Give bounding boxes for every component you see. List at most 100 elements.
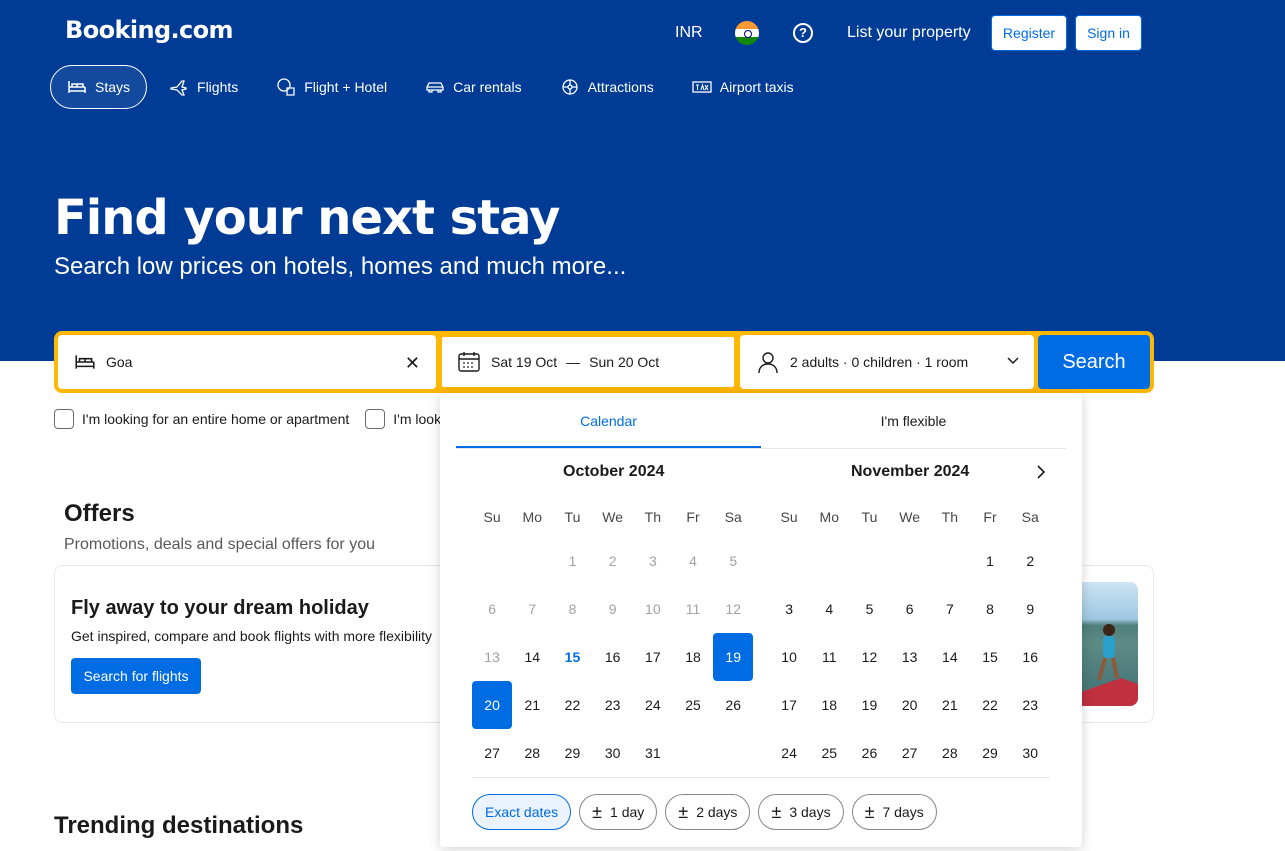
calendar-day[interactable]: 8 <box>970 585 1010 633</box>
calendar-day-selected[interactable]: 19 <box>713 633 754 681</box>
calendar-day[interactable]: 2 <box>1010 537 1050 585</box>
currency-selector[interactable]: INR <box>675 15 703 51</box>
calendar-day[interactable]: 23 <box>593 681 633 729</box>
calendar-day[interactable]: 29 <box>552 729 592 777</box>
tab-calendar[interactable]: Calendar <box>456 393 761 448</box>
calendar-day[interactable]: 16 <box>593 633 633 681</box>
chevron-right-icon[interactable] <box>1032 463 1050 486</box>
exact-dates-chip[interactable]: Exact dates <box>472 794 572 830</box>
check-in-value: Sat 19 Oct <box>491 354 558 370</box>
calendar-day[interactable]: 28 <box>930 729 970 777</box>
weekday-label: Th <box>941 509 959 525</box>
calendar-day[interactable]: 6 <box>890 585 930 633</box>
nav-tab-car-rentals[interactable]: Car rentals <box>409 65 537 109</box>
india-flag-icon[interactable] <box>735 21 759 45</box>
weekday-label: Tu <box>861 509 878 525</box>
calendar-day[interactable]: 3 <box>769 585 809 633</box>
person-icon <box>756 350 780 374</box>
chip-label: Exact dates <box>485 804 559 820</box>
nav-tab-flights[interactable]: Flights <box>153 65 254 109</box>
calendar-day[interactable]: 7 <box>930 585 970 633</box>
calendar-day: 9 <box>608 601 617 617</box>
list-property-link[interactable]: List your property <box>847 15 971 51</box>
entire-home-checkbox[interactable]: I'm looking for an entire home or apartm… <box>54 409 349 429</box>
calendar-day[interactable]: 15 <box>970 633 1010 681</box>
flex-days-chip[interactable]: ±1 day <box>579 794 658 830</box>
calendar-day[interactable]: 28 <box>512 729 552 777</box>
chevron-down-icon[interactable] <box>1006 353 1020 370</box>
calendar-day[interactable]: 17 <box>633 633 673 681</box>
checkbox-box[interactable] <box>365 409 386 429</box>
calendar-day[interactable]: 25 <box>673 681 713 729</box>
month-title: October 2024 <box>563 463 665 480</box>
sign-in-button[interactable]: Sign in <box>1075 15 1142 51</box>
calendar-day[interactable]: 26 <box>713 681 753 729</box>
search-button[interactable]: Search <box>1038 335 1150 389</box>
calendar-day[interactable]: 11 <box>809 633 849 681</box>
checkbox-box[interactable] <box>54 409 74 429</box>
close-icon[interactable]: ✕ <box>405 353 420 374</box>
flex-days-chip[interactable]: ±7 days <box>851 794 937 830</box>
weekday-label: Sa <box>1021 509 1039 525</box>
empty-day <box>512 537 552 585</box>
calendar-day[interactable]: 26 <box>849 729 889 777</box>
booking-logo[interactable]: Booking.com <box>65 16 234 44</box>
calendar-day[interactable]: 31 <box>633 729 673 777</box>
calendar-day[interactable]: 30 <box>1010 729 1050 777</box>
tab-flexible[interactable]: I'm flexible <box>761 393 1066 448</box>
weekday-label: We <box>899 509 921 525</box>
calendar-day[interactable]: 21 <box>930 681 970 729</box>
question-icon[interactable]: ? <box>793 23 813 43</box>
calendar-day[interactable]: 4 <box>809 585 849 633</box>
calendar-day[interactable]: 25 <box>809 729 849 777</box>
nav-tab-attractions[interactable]: Attractions <box>544 65 670 109</box>
calendar-day[interactable]: 10 <box>769 633 809 681</box>
plus-minus-icon: ± <box>864 802 875 822</box>
flights-checkbox[interactable]: I'm look <box>365 409 441 429</box>
calendar-day[interactable]: 29 <box>970 729 1010 777</box>
dates-field[interactable]: Sat 19 Oct — Sun 20 Oct <box>440 335 736 389</box>
calendar-day[interactable]: 15 <box>552 633 592 681</box>
calendar-day[interactable]: 27 <box>472 729 512 777</box>
nav-tab-airport-taxis[interactable]: Airport taxis <box>676 65 810 109</box>
calendar-day[interactable]: 14 <box>512 633 552 681</box>
calendar-day[interactable]: 22 <box>552 681 592 729</box>
calendar-day[interactable]: 14 <box>930 633 970 681</box>
calendar-day[interactable]: 24 <box>769 729 809 777</box>
calendar-day[interactable]: 21 <box>512 681 552 729</box>
calendar-day[interactable]: 24 <box>633 681 673 729</box>
calendar-day[interactable]: 5 <box>849 585 889 633</box>
weekday-label: Su <box>483 509 501 525</box>
weekday-label: We <box>602 509 624 525</box>
nav-tab-stays[interactable]: Stays <box>50 65 148 109</box>
calendar-day[interactable]: 18 <box>809 681 849 729</box>
calendar-day[interactable]: 19 <box>849 681 889 729</box>
calendar-day[interactable]: 9 <box>1010 585 1050 633</box>
guests-field[interactable]: 2 adults · 0 children · 1 room <box>740 335 1034 389</box>
calendar-day[interactable]: 22 <box>970 681 1010 729</box>
destination-field[interactable]: Goa ✕ <box>58 335 436 389</box>
calendar-day[interactable]: 1 <box>970 537 1010 585</box>
flex-days-chip[interactable]: ±3 days <box>758 794 844 830</box>
register-button[interactable]: Register <box>991 15 1067 51</box>
calendar-day: 6 <box>488 601 496 617</box>
calendar-day[interactable]: 30 <box>593 729 633 777</box>
calendar-day[interactable]: 17 <box>769 681 809 729</box>
flex-days-chip[interactable]: ±2 days <box>665 794 751 830</box>
calendar-day[interactable]: 18 <box>673 633 713 681</box>
month-grid-october: Su Mo Tu We Th Fr Sa 1 2 3 4 5 6 7 8 9 10 11 12 13 14 15 16 17 1… <box>472 497 754 777</box>
date-picker-tabs: Calendar I'm flexible <box>456 393 1066 449</box>
calendar-day: 13 <box>484 649 500 665</box>
calendar-day[interactable]: 12 <box>849 633 889 681</box>
calendar-day[interactable]: 23 <box>1010 681 1050 729</box>
flight-hotel-icon <box>277 78 295 96</box>
calendar-day[interactable]: 16 <box>1010 633 1050 681</box>
weekday-label: Tu <box>564 509 581 525</box>
calendar-day[interactable]: 13 <box>890 633 930 681</box>
search-flights-button[interactable]: Search for flights <box>71 658 201 694</box>
nav-tab-flight-hotel[interactable]: Flight + Hotel <box>260 65 403 109</box>
calendar-day[interactable]: 20 <box>890 681 930 729</box>
destination-value[interactable]: Goa <box>106 354 132 370</box>
calendar-day-selected[interactable]: 20 <box>472 681 513 729</box>
calendar-day[interactable]: 27 <box>890 729 930 777</box>
